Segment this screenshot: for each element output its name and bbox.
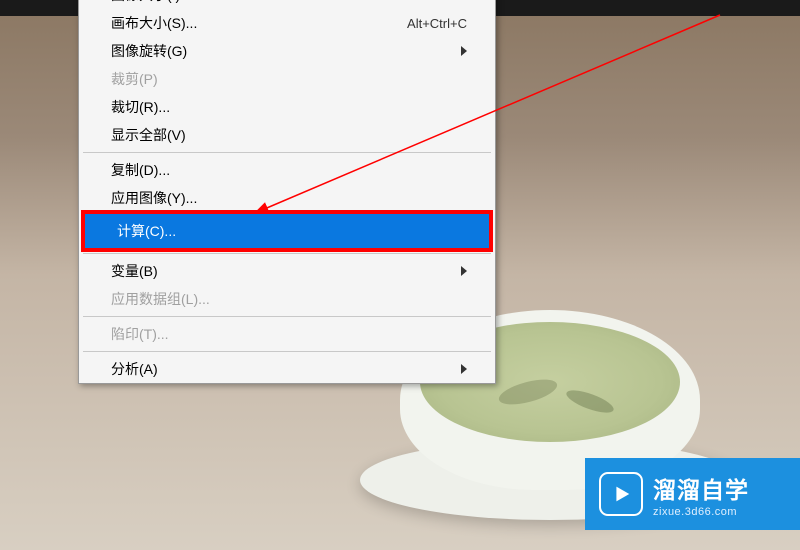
menu-item-trim[interactable]: 裁切(R)... [79, 93, 495, 121]
menu-item-label: 画布大小(S)... [111, 13, 197, 33]
chevron-right-icon [461, 364, 467, 374]
annotation-highlight-box: 计算(C)... [81, 210, 493, 252]
menu-item-label: 应用图像(Y)... [111, 188, 197, 208]
menu-item-reveal-all[interactable]: 显示全部(V) [79, 121, 495, 149]
play-icon [599, 472, 643, 516]
menu-item-variables[interactable]: 变量(B) [79, 257, 495, 285]
menu-item-image-rotation[interactable]: 图像旋转(G) [79, 37, 495, 65]
menu-item-label: 显示全部(V) [111, 125, 186, 145]
menu-item-label: 图像旋转(G) [111, 41, 187, 61]
menu-item-image-size[interactable]: 图像大小(I)... Alt+Ctrl+I [79, 0, 495, 9]
menu-item-duplicate[interactable]: 复制(D)... [79, 156, 495, 184]
menu-item-label: 应用数据组(L)... [111, 289, 210, 309]
menu-item-trap: 陷印(T)... [79, 320, 495, 348]
menu-item-label: 图像大小(I)... [111, 0, 192, 5]
menu-separator [83, 351, 491, 352]
chevron-right-icon [461, 266, 467, 276]
menu-item-analysis[interactable]: 分析(A) [79, 355, 495, 383]
menu-item-apply-image[interactable]: 应用图像(Y)... [79, 184, 495, 212]
watermark-subtitle: zixue.3d66.com [653, 506, 749, 518]
menu-separator [83, 316, 491, 317]
menu-item-label: 裁切(R)... [111, 97, 170, 117]
menu-item-calculations[interactable]: 计算(C)... [85, 214, 489, 248]
menu-item-label: 分析(A) [111, 359, 158, 379]
menu-item-label: 计算(C)... [117, 221, 176, 241]
menu-item-apply-data-set: 应用数据组(L)... [79, 285, 495, 313]
menu-item-label: 裁剪(P) [111, 69, 158, 89]
watermark-badge: 溜溜自学 zixue.3d66.com [585, 458, 800, 530]
menu-item-shortcut: Alt+Ctrl+C [407, 16, 467, 31]
menu-item-shortcut: Alt+Ctrl+I [413, 0, 467, 3]
image-menu-dropdown: 图像大小(I)... Alt+Ctrl+I 画布大小(S)... Alt+Ctr… [78, 0, 496, 384]
chevron-right-icon [461, 46, 467, 56]
watermark-title: 溜溜自学 [653, 471, 749, 505]
menu-item-label: 复制(D)... [111, 160, 170, 180]
menu-item-crop: 裁剪(P) [79, 65, 495, 93]
menu-item-label: 变量(B) [111, 261, 158, 281]
menu-separator [83, 253, 491, 254]
menu-separator [83, 152, 491, 153]
menu-item-canvas-size[interactable]: 画布大小(S)... Alt+Ctrl+C [79, 9, 495, 37]
menu-item-label: 陷印(T)... [111, 324, 169, 344]
